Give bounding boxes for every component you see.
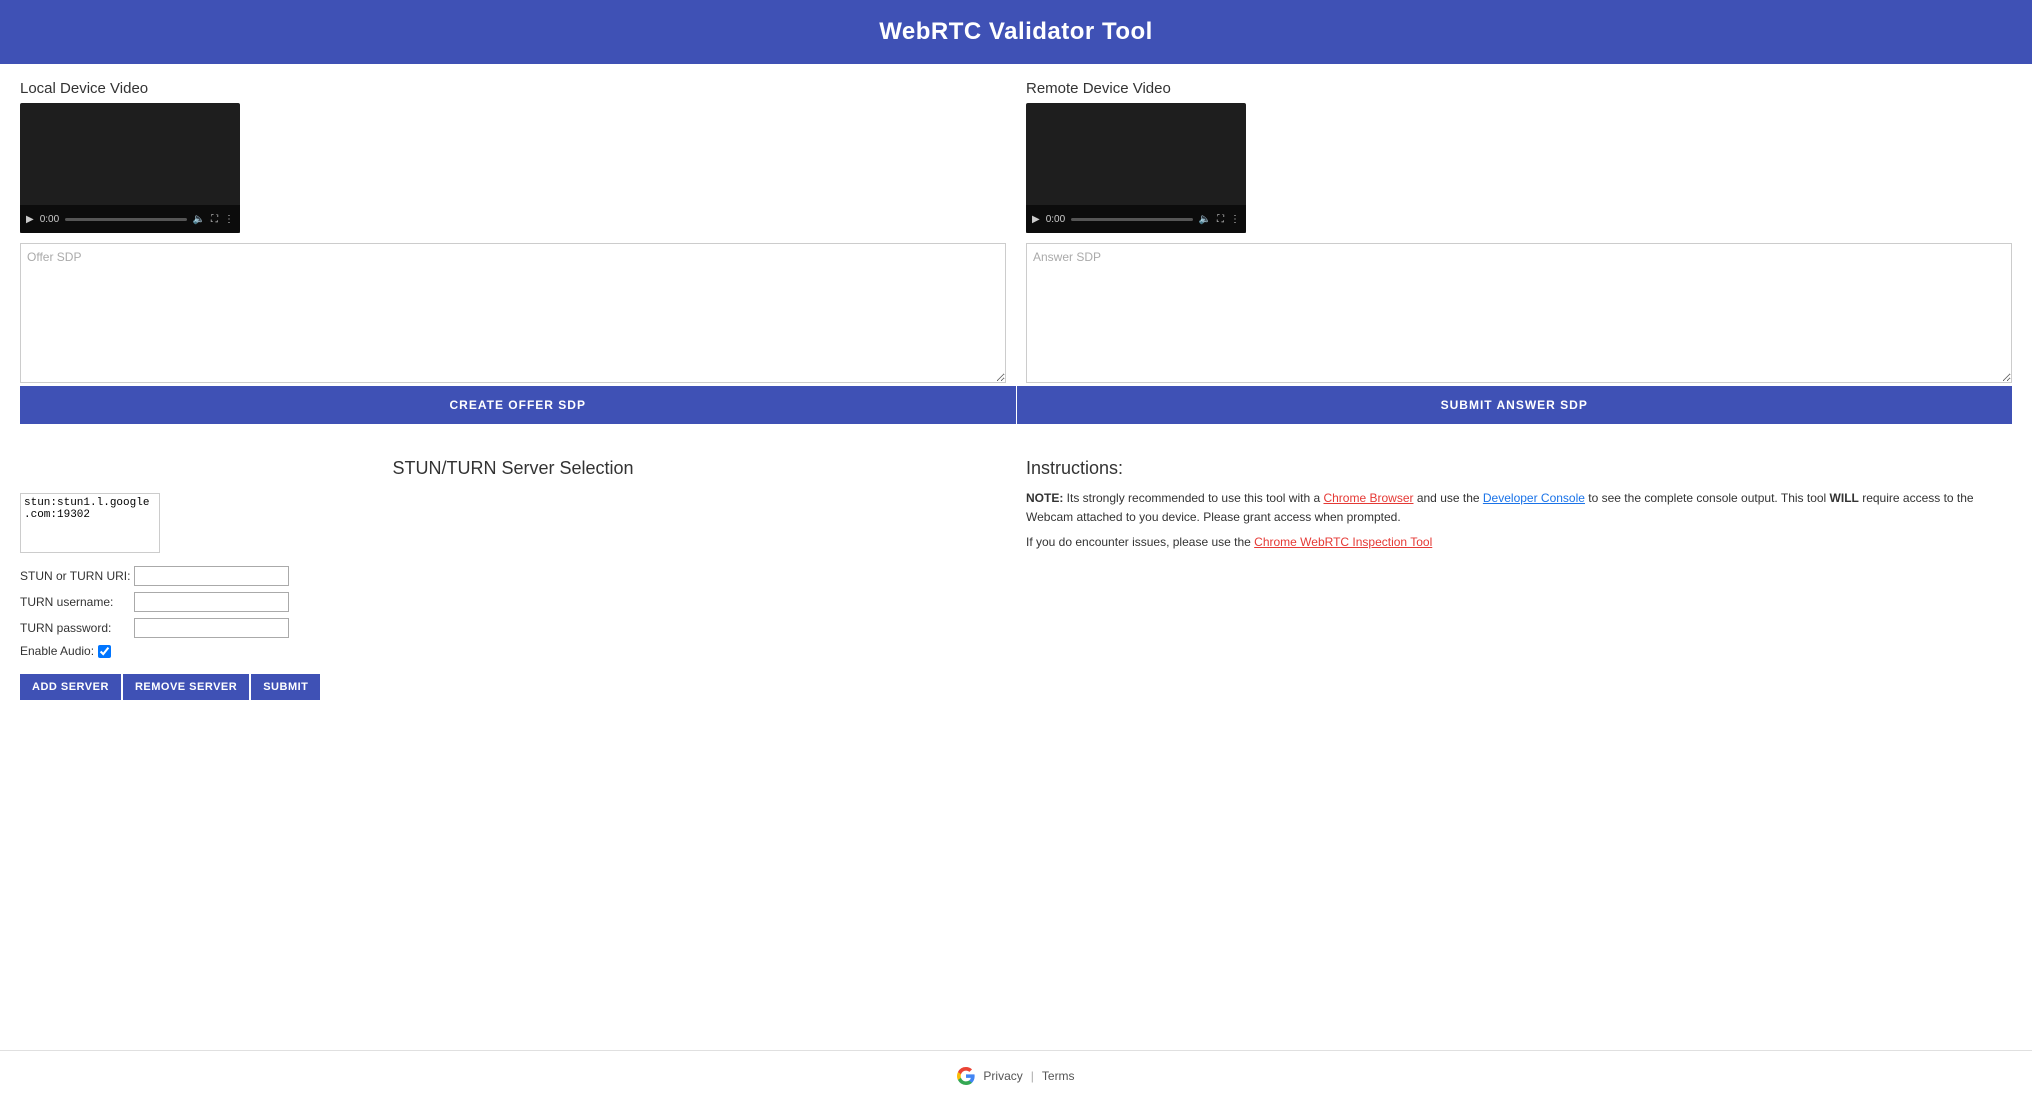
turn-password-input[interactable] [134,618,289,638]
remote-video-label: Remote Device Video [1026,80,2012,97]
remote-video-controls: ▶ 0:00 🔈 ⛶ ⋮ [1026,205,1246,233]
local-video-player[interactable]: ▶ 0:00 🔈 ⛶ ⋮ [20,103,240,233]
sdp-pair [20,243,2012,386]
local-play-icon[interactable]: ▶ [26,214,34,225]
chrome-browser-link[interactable]: Chrome Browser [1323,491,1413,505]
remote-progress-bar [1071,218,1192,221]
add-server-button[interactable]: ADD SERVER [20,674,121,700]
local-video-label: Local Device Video [20,80,1006,97]
remote-play-icon[interactable]: ▶ [1032,214,1040,225]
stun-buttons: ADD SERVER REMOVE SERVER SUBMIT [20,674,1006,700]
stun-uri-row: STUN or TURN URI: [20,566,1006,586]
turn-username-row: TURN username: [20,592,1006,612]
answer-sdp-textarea[interactable] [1026,243,2012,383]
remote-video-time: 0:00 [1046,214,1065,225]
sdp-button-row: CREATE OFFER SDP SUBMIT ANSWER SDP [20,386,2012,424]
create-offer-button[interactable]: CREATE OFFER SDP [20,386,1016,424]
issue-text: If you do encounter issues, please use t… [1026,535,1254,549]
remove-server-button[interactable]: REMOVE SERVER [123,674,249,700]
turn-username-input[interactable] [134,592,289,612]
instructions-text: NOTE: Its strongly recommended to use th… [1026,489,2012,527]
stun-uri-label: STUN or TURN URI: [20,569,130,583]
local-more-icon[interactable]: ⋮ [224,214,234,225]
privacy-link[interactable]: Privacy [983,1069,1022,1083]
remote-video-player[interactable]: ▶ 0:00 🔈 ⛶ ⋮ [1026,103,1246,233]
bottom-row: STUN/TURN Server Selection stun:stun1.l.… [20,448,2012,710]
local-video-section: Local Device Video ▶ 0:00 🔈 ⛶ ⋮ [20,80,1006,233]
note-text-2: and use the [1414,491,1483,505]
remote-more-icon[interactable]: ⋮ [1230,214,1240,225]
note-bold: NOTE: [1026,491,1067,505]
turn-password-row: TURN password: [20,618,1006,638]
offer-sdp-section [20,243,1006,386]
instructions-issue-text: If you do encounter issues, please use t… [1026,533,2012,552]
enable-audio-checkbox[interactable] [98,645,111,658]
footer: Privacy | Terms [0,1050,2032,1097]
terms-link[interactable]: Terms [1042,1069,1075,1083]
inspection-tool-link[interactable]: Chrome WebRTC Inspection Tool [1254,535,1432,549]
video-row: Local Device Video ▶ 0:00 🔈 ⛶ ⋮ Remote D… [20,80,2012,233]
server-list-textarea[interactable]: stun:stun1.l.google.com:19302 [20,493,160,553]
enable-audio-label: Enable Audio: [20,644,94,658]
local-fullscreen-icon[interactable]: ⛶ [211,214,218,225]
stun-section: STUN/TURN Server Selection stun:stun1.l.… [20,448,1006,710]
answer-sdp-section [1026,243,2012,386]
note-text-1: Its strongly recommended to use this too… [1067,491,1324,505]
submit-answer-button[interactable]: SUBMIT ANSWER SDP [1017,386,2013,424]
stun-uri-input[interactable] [134,566,289,586]
turn-password-label: TURN password: [20,621,130,635]
google-logo-icon [957,1067,975,1085]
instructions-title: Instructions: [1026,458,2012,479]
local-progress-bar [65,218,186,221]
footer-divider: | [1031,1069,1034,1083]
local-volume-icon[interactable]: 🔈 [193,214,205,225]
will-bold: WILL [1830,491,1859,505]
enable-audio-row: Enable Audio: [20,644,1006,658]
turn-username-label: TURN username: [20,595,130,609]
instructions-section: Instructions: NOTE: Its strongly recomme… [1026,448,2012,710]
local-video-time: 0:00 [40,214,59,225]
stun-title: STUN/TURN Server Selection [20,458,1006,479]
dev-console-link[interactable]: Developer Console [1483,491,1585,505]
remote-video-section: Remote Device Video ▶ 0:00 🔈 ⛶ ⋮ [1026,80,2012,233]
submit-stun-button[interactable]: SUBMIT [251,674,320,700]
offer-sdp-textarea[interactable] [20,243,1006,383]
page-header: WebRTC Validator Tool [0,0,2032,64]
page-title: WebRTC Validator Tool [879,18,1153,45]
remote-volume-icon[interactable]: 🔈 [1199,214,1211,225]
main-content: Local Device Video ▶ 0:00 🔈 ⛶ ⋮ Remote D… [0,64,2032,1050]
note-text-3: to see the complete console output. This… [1585,491,1830,505]
remote-fullscreen-icon[interactable]: ⛶ [1217,214,1224,225]
local-video-controls: ▶ 0:00 🔈 ⛶ ⋮ [20,205,240,233]
